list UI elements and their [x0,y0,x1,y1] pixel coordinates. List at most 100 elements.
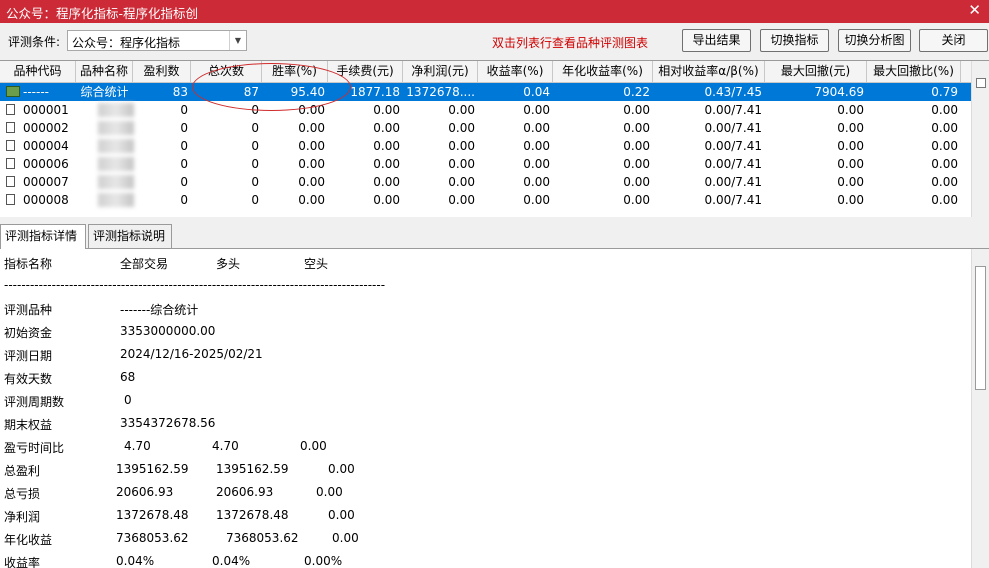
detail-item-value: 1395162.59 [116,462,189,476]
cell-winrate: 95.40 [290,85,325,99]
export-results-button[interactable]: 导出结果 [682,29,751,52]
column-header-netprofit[interactable]: 净利润(元) [403,61,478,82]
cell-return: 0.04 [523,85,550,99]
detail-header-short: 空头 [304,257,329,271]
cell-relative: 0.00/7.41 [704,121,762,135]
cell-annual: 0.00 [623,175,650,189]
condition-select-value: 公众号：程序化指标 [72,36,181,50]
table-row[interactable]: 000007 0 0 0.00 0.00 0.00 0.00 0.00 0.00/7.41 0.0… [0,173,972,191]
switch-chart-button[interactable]: 切换分析图 [838,29,911,52]
cell-maxddratio: 0.00 [931,193,958,207]
tab-indicator-description[interactable]: 评测指标说明 [88,224,172,248]
detail-item-value: 0.04% [212,554,251,568]
scrollbar-thumb[interactable] [976,78,986,88]
cell-wins: 0 [180,121,188,135]
close-button[interactable]: 关闭 [919,29,988,52]
detail-item-value: 4.70 [124,439,151,453]
column-header-relative[interactable]: 相对收益率α/β(%) [653,61,765,82]
table-row[interactable]: ------ 综合统计 83 87 95.40 1877.18 1372678.... 0.0… [0,83,972,101]
cell-winrate: 0.00 [298,193,325,207]
cell-maxdd: 0.00 [837,175,864,189]
detail-item-name: 总亏损 [4,487,41,501]
detail-item-value: 20606.93 [216,485,274,499]
cell-total: 0 [251,157,259,171]
column-header-maxddratio[interactable]: 最大回撤比(%) [867,61,961,82]
cell-maxdd: 0.00 [837,103,864,117]
table-row[interactable]: 000006 0 0 0.00 0.00 0.00 0.00 0.00 0.00/7.41 0.0… [0,155,972,173]
table-header: 品种代码 品种名称 盈利数 总次数 胜率(%) 手续费(元) 净利润(元) 收益率(%) 年化收… [0,61,972,83]
table-row[interactable]: 000004 0 0 0.00 0.00 0.00 0.00 0.00 0.00/7.41 0.0… [0,137,972,155]
detail-header-long: 多头 [216,257,241,271]
detail-item-value: 2024/12/16-2025/02/21 [120,347,263,361]
column-header-return[interactable]: 收益率(%) [478,61,553,82]
cell-annual: 0.00 [623,139,650,153]
column-header-code[interactable]: 品种代码 [0,61,76,82]
table-row[interactable]: 000008 0 0 0.00 0.00 0.00 0.00 0.00 0.00/7.41 0.0… [0,191,972,209]
cell-return: 0.00 [523,121,550,135]
cell-maxdd: 0.00 [837,121,864,135]
detail-item-value: 1372678.48 [116,508,189,522]
detail-item-value: 0.00 [332,531,359,545]
column-header-annual[interactable]: 年化收益率(%) [553,61,653,82]
detail-item-value: 0.00 [328,462,355,476]
detail-scrollbar[interactable] [971,249,989,568]
cell-relative: 0.43/7.45 [704,85,762,99]
detail-item-value: 3353000000.00 [120,324,216,338]
cell-maxddratio: 0.00 [931,121,958,135]
cell-total: 0 [251,139,259,153]
cell-relative: 0.00/7.41 [704,139,762,153]
detail-header-all: 全部交易 [120,257,169,271]
detail-item-value: 0.00 [328,508,355,522]
cell-relative: 0.00/7.41 [704,103,762,117]
cell-fee: 1877.18 [350,85,400,99]
cell-wins: 0 [180,103,188,117]
detail-item-value: 0.00% [304,554,343,568]
column-header-wins[interactable]: 盈利数 [133,61,191,82]
detail-header-name: 指标名称 [4,257,53,271]
detail-item-name: 盈亏时间比 [4,441,65,455]
detail-item-name: 总盈利 [4,464,41,478]
redacted-name [98,193,134,207]
cell-wins: 83 [172,85,188,99]
detail-item-value: 1395162.59 [216,462,289,476]
cell-wins: 0 [180,157,188,171]
cell-code: 000004 [23,139,69,153]
cell-return: 0.00 [523,139,550,153]
tab-strip: 评测指标详情 评测指标说明 [0,224,989,249]
results-table[interactable]: 品种代码 品种名称 盈利数 总次数 胜率(%) 手续费(元) 净利润(元) 收益率(%) 年化收… [0,60,989,217]
cell-code: ------ [23,85,49,99]
cell-maxddratio: 0.00 [931,175,958,189]
chevron-down-icon[interactable]: ▼ [229,31,246,50]
cell-code: 000006 [23,157,69,171]
table-row[interactable]: 000002 0 0 0.00 0.00 0.00 0.00 0.00 0.00/7.41 0.0… [0,119,972,137]
table-scrollbar[interactable] [971,61,989,217]
scrollbar-thumb[interactable] [975,266,986,390]
detail-item-name: 净利润 [4,510,41,524]
condition-select[interactable]: 公众号：程序化指标 ▼ [67,30,247,51]
cell-code: 000002 [23,121,69,135]
detail-item-value: 68 [120,370,136,384]
cell-maxddratio: 0.00 [931,157,958,171]
detail-item-value: 20606.93 [116,485,174,499]
switch-indicator-button[interactable]: 切换指标 [760,29,829,52]
detail-item-name: 有效天数 [4,372,53,386]
column-header-name[interactable]: 品种名称 [76,61,133,82]
detail-item-name: 评测品种 [4,303,53,317]
cell-netprofit: 0.00 [448,103,475,117]
cell-relative: 0.00/7.41 [704,193,762,207]
column-header-fee[interactable]: 手续费(元) [328,61,403,82]
cell-netprofit: 0.00 [448,157,475,171]
table-row[interactable]: 000001 0 0 0.00 0.00 0.00 0.00 0.00 0.00/7.41 0.0… [0,101,972,119]
detail-item-name: 年化收益 [4,533,53,547]
column-header-winrate[interactable]: 胜率(%) [262,61,328,82]
detail-item-value: 7368053.62 [116,531,189,545]
document-icon [6,194,15,205]
toolbar: 评测条件: 公众号：程序化指标 ▼ 双击列表行查看品种评测图表 导出结果 切换指… [0,23,989,60]
tab-indicator-details[interactable]: 评测指标详情 [0,224,86,249]
close-icon[interactable]: ✕ [968,1,981,19]
column-header-maxdd[interactable]: 最大回撤(元) [765,61,867,82]
document-icon [6,104,15,115]
detail-item-name: 评测周期数 [4,395,65,409]
column-header-total[interactable]: 总次数 [191,61,262,82]
cell-winrate: 0.00 [298,139,325,153]
